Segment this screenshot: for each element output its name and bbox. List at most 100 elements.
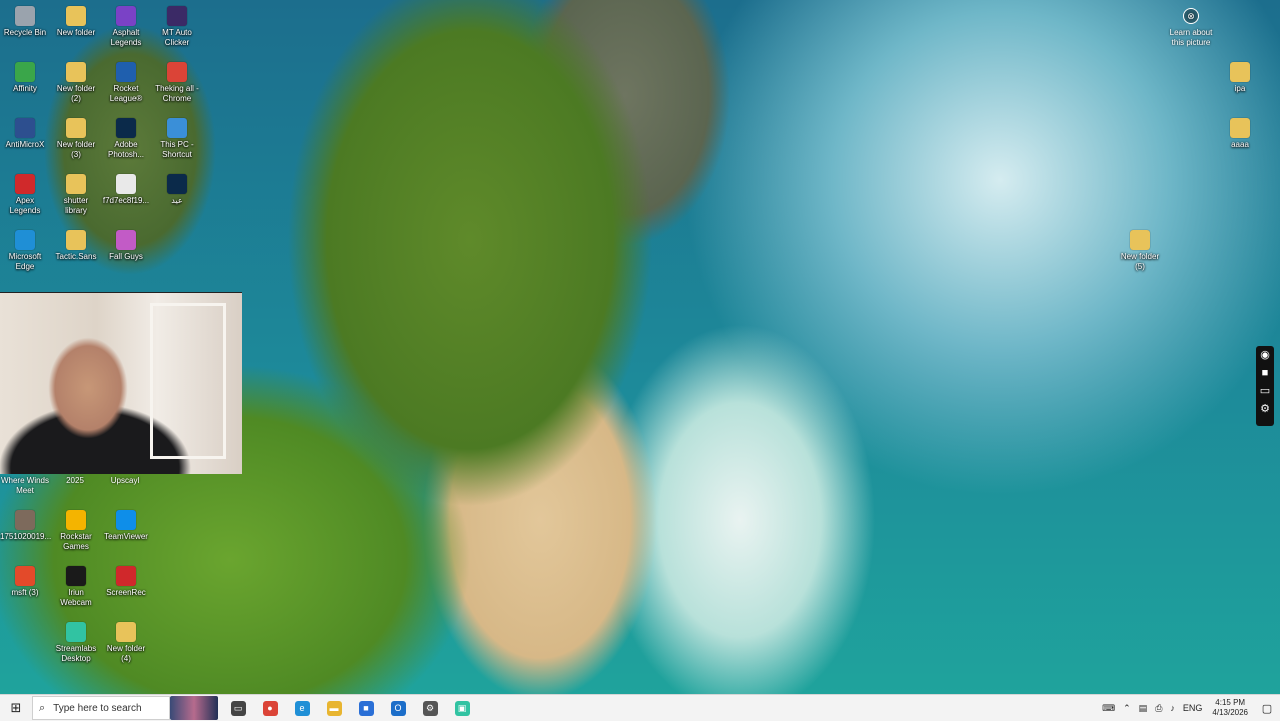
folder-icon — [1130, 230, 1150, 250]
learn-about-picture[interactable]: ⊗ Learn about this picture — [1164, 8, 1218, 48]
taskbar-pinned-app[interactable]: ▬ — [318, 695, 350, 721]
desktop-icon[interactable]: New folder (5) — [1115, 230, 1165, 272]
learn-label: Learn about this picture — [1169, 28, 1213, 47]
desktop-icon-label: Tactic.Sans — [55, 252, 97, 261]
outlook-icon: O — [390, 700, 406, 716]
desktop-icon[interactable]: Iriun Webcam — [51, 566, 101, 608]
desktop-icon[interactable]: New folder (2) — [51, 62, 101, 104]
desktop-icon[interactable]: Rocket League® — [101, 62, 151, 104]
desktop-icon[interactable]: Affinity — [0, 62, 50, 94]
desktop-icon[interactable]: Rockstar Games — [51, 510, 101, 552]
desktop-icon-label: ipa — [1234, 84, 1246, 93]
windows-logo-icon: ⊞ — [10, 700, 22, 715]
gear-icon[interactable]: ⚙ — [1256, 400, 1274, 418]
desktop-icon[interactable]: New folder — [51, 6, 101, 38]
taskbar: ⊞ ⌕ Type here to search ▭ ● e ▬ ■ O ⚙ ▣ ⌨ ⌃ ▤ ⎙… — [0, 694, 1280, 721]
desktop-icon-label: aaaa — [1231, 140, 1249, 149]
desktop-icon-label[interactable]: Where Winds Meet — [0, 476, 50, 496]
desktop-icon[interactable]: TeamViewer — [101, 510, 151, 542]
taskbar-pinned-app[interactable]: ■ — [350, 695, 382, 721]
desktop-icon[interactable]: Recycle Bin — [0, 6, 50, 38]
msft-icon — [15, 566, 35, 586]
desktop-icon[interactable]: ScreenRec — [101, 566, 151, 598]
desktop-icon-label: New folder (3) — [56, 140, 96, 159]
date-text: 4/13/2026 — [1212, 708, 1248, 717]
desktop-icon-label: عيد — [171, 196, 183, 205]
streamlabs-taskbar-icon: ▣ — [454, 700, 470, 716]
clock[interactable]: 4:15 PM 4/13/2026 — [1206, 698, 1254, 718]
streamlabs-icon — [66, 622, 86, 642]
desktop-icon[interactable]: This PC - Shortcut — [152, 118, 202, 160]
network-icon[interactable]: ▤ — [1135, 703, 1152, 714]
search-placeholder: Type here to search — [53, 702, 142, 714]
desktop-icon[interactable]: Theking all - Chrome — [152, 62, 202, 104]
folder-icon — [66, 6, 86, 26]
desktop-icon[interactable]: Streamlabs Desktop — [51, 622, 101, 664]
asphalt-legends-icon — [116, 6, 136, 26]
desktop-icon[interactable]: New folder (4) — [101, 622, 151, 664]
folder-icon — [66, 230, 86, 250]
desktop-icon-label: Theking all - Chrome — [155, 84, 199, 103]
desktop-icon[interactable]: عيد — [152, 174, 202, 206]
desktop-icon[interactable]: aaaa — [1215, 118, 1265, 150]
desktop-icon[interactable]: 1751020019... — [0, 510, 51, 542]
taskbar-pinned-app[interactable]: O — [382, 695, 414, 721]
folder-icon — [116, 622, 136, 642]
desktop-icon-label: ScreenRec — [106, 588, 146, 597]
taskbar-pinned-app[interactable]: ⚙ — [414, 695, 446, 721]
start-button[interactable]: ⊞ — [0, 695, 32, 721]
video-icon[interactable]: ■ — [1256, 364, 1274, 382]
taskbar-pinned-app[interactable]: ▣ — [446, 695, 478, 721]
desktop-icon[interactable]: Adobe Photosh... — [101, 118, 151, 160]
taskbar-pinned-app[interactable]: ● — [254, 695, 286, 721]
desktop-icon[interactable]: Asphalt Legends — [101, 6, 151, 48]
camera-icon[interactable]: ◉ — [1256, 346, 1274, 364]
window-icon[interactable]: ▭ — [1256, 382, 1274, 400]
desktop-icon-label: Adobe Photosh... — [107, 140, 145, 159]
microsoft-edge-icon — [15, 230, 35, 250]
volume-icon[interactable]: ♪ — [1166, 703, 1179, 713]
chrome-taskbar-icon: ● — [262, 700, 278, 716]
search-box[interactable]: ⌕ Type here to search — [32, 696, 170, 720]
chevron-up-icon[interactable]: ⌃ — [1119, 703, 1135, 714]
desktop-icon-label: shutter library — [63, 196, 89, 215]
desktop-icon-label[interactable]: 2025 — [50, 476, 100, 486]
iriun-webcam-icon — [66, 566, 86, 586]
desktop-icon-label: Iriun Webcam — [60, 588, 92, 607]
desktop-icon-label: Rocket League® — [109, 84, 143, 103]
folder-icon — [66, 118, 86, 138]
desktop-icon-label: f7d7ec8f19... — [102, 196, 150, 205]
desktop-icon[interactable]: msft (3) — [0, 566, 50, 598]
language-indicator[interactable]: ENG — [1179, 703, 1207, 713]
desktop-icon[interactable]: AntiMicroX — [0, 118, 50, 150]
capture-toolbar[interactable]: ◉ ■ ▭ ⚙ — [1256, 346, 1274, 426]
mic-icon[interactable]: ⎙ — [1151, 703, 1166, 714]
search-icon: ⌕ — [39, 701, 46, 714]
fall-guys-icon — [116, 230, 136, 250]
keyboard-icon[interactable]: ⌨ — [1098, 703, 1119, 714]
desktop-icon-label: Fall Guys — [109, 252, 143, 261]
search-highlight-image[interactable] — [170, 696, 218, 720]
desktop-icon[interactable]: Tactic.Sans — [51, 230, 101, 262]
desktop-icon[interactable]: New folder (3) — [51, 118, 101, 160]
desktop-icon-label: Asphalt Legends — [110, 28, 142, 47]
taskbar-pinned-app[interactable]: e — [286, 695, 318, 721]
desktop-icon[interactable]: MT Auto Clicker — [152, 6, 202, 48]
screenrec-icon — [116, 566, 136, 586]
apex-legends-icon — [15, 174, 35, 194]
desktop-icon-label[interactable]: Upscayl — [100, 476, 150, 486]
desktop-icon[interactable]: f7d7ec8f19... — [101, 174, 151, 206]
file-explorer-icon: ▬ — [326, 700, 342, 716]
notification-icon[interactable]: ▢ — [1254, 702, 1280, 715]
desktop-icon-label: Affinity — [13, 84, 37, 93]
rocket-league-icon — [116, 62, 136, 82]
desktop-icon[interactable]: shutter library — [51, 174, 101, 216]
desktop-icon[interactable]: Microsoft Edge — [0, 230, 50, 272]
file-icon — [116, 174, 136, 194]
desktop-icon-label: msft (3) — [11, 588, 39, 597]
desktop-icon[interactable]: Apex Legends — [0, 174, 50, 216]
taskbar-pinned-app[interactable]: ▭ — [222, 695, 254, 721]
photoshop-icon — [116, 118, 136, 138]
desktop-icon[interactable]: ipa — [1215, 62, 1265, 94]
desktop-icon[interactable]: Fall Guys — [101, 230, 151, 262]
